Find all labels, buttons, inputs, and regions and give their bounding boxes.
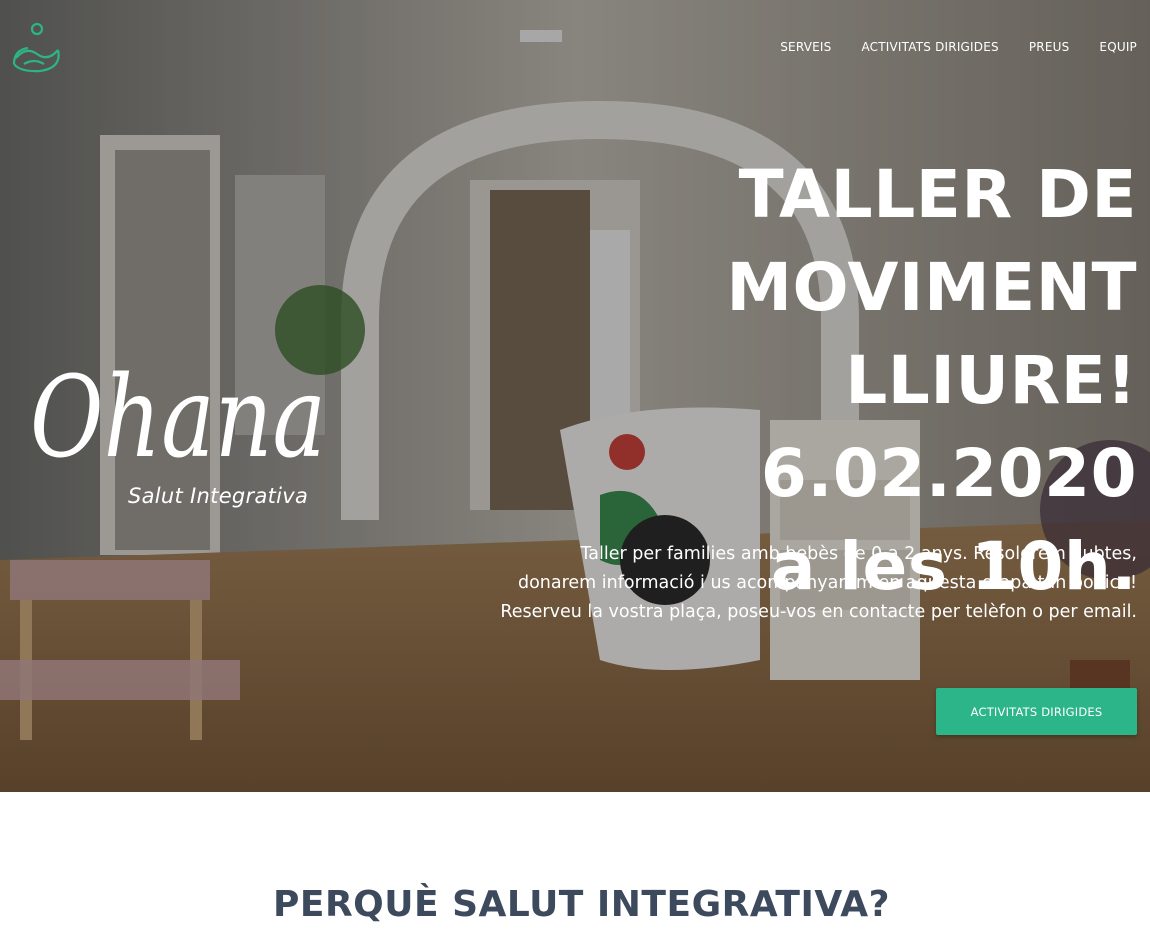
- description-line: Taller per families amb bebès de 0 a 2 a…: [580, 544, 1137, 564]
- section-title: PERQUÈ SALUT INTEGRATIVA?: [272, 884, 891, 925]
- hero-description: Taller per families amb bebès de 0 a 2 a…: [477, 540, 1137, 627]
- description-line: donarem informació i us acompanyarem en …: [517, 573, 1137, 593]
- hero-banner: SERVEIS ACTIVITATS DIRIGIDES PREUS EQUIP…: [0, 0, 1150, 792]
- ohana-logo-text: Ohana: [30, 353, 326, 483]
- brand-logo-icon[interactable]: [10, 20, 64, 74]
- headline-line: TALLER DE: [738, 156, 1137, 233]
- headline-line: MOVIMENT: [726, 249, 1137, 326]
- headline-line: LLIURE! 6.02.2020: [760, 342, 1137, 512]
- nav-item-serveis[interactable]: SERVEIS: [780, 39, 831, 55]
- ohana-logo-subtitle: Salut Integrativa: [128, 484, 309, 508]
- nav-item-equip[interactable]: EQUIP: [1099, 39, 1137, 55]
- main-navigation: SERVEIS ACTIVITATS DIRIGIDES PREUS EQUIP: [780, 39, 1137, 55]
- nav-item-preus[interactable]: PREUS: [1029, 39, 1070, 55]
- nav-item-activitats-dirigides[interactable]: ACTIVITATS DIRIGIDES: [861, 39, 998, 55]
- description-line: Reserveu la vostra plaça, poseu-vos en c…: [500, 602, 1137, 622]
- activitats-dirigides-button[interactable]: ACTIVITATS DIRIGIDES: [936, 688, 1137, 735]
